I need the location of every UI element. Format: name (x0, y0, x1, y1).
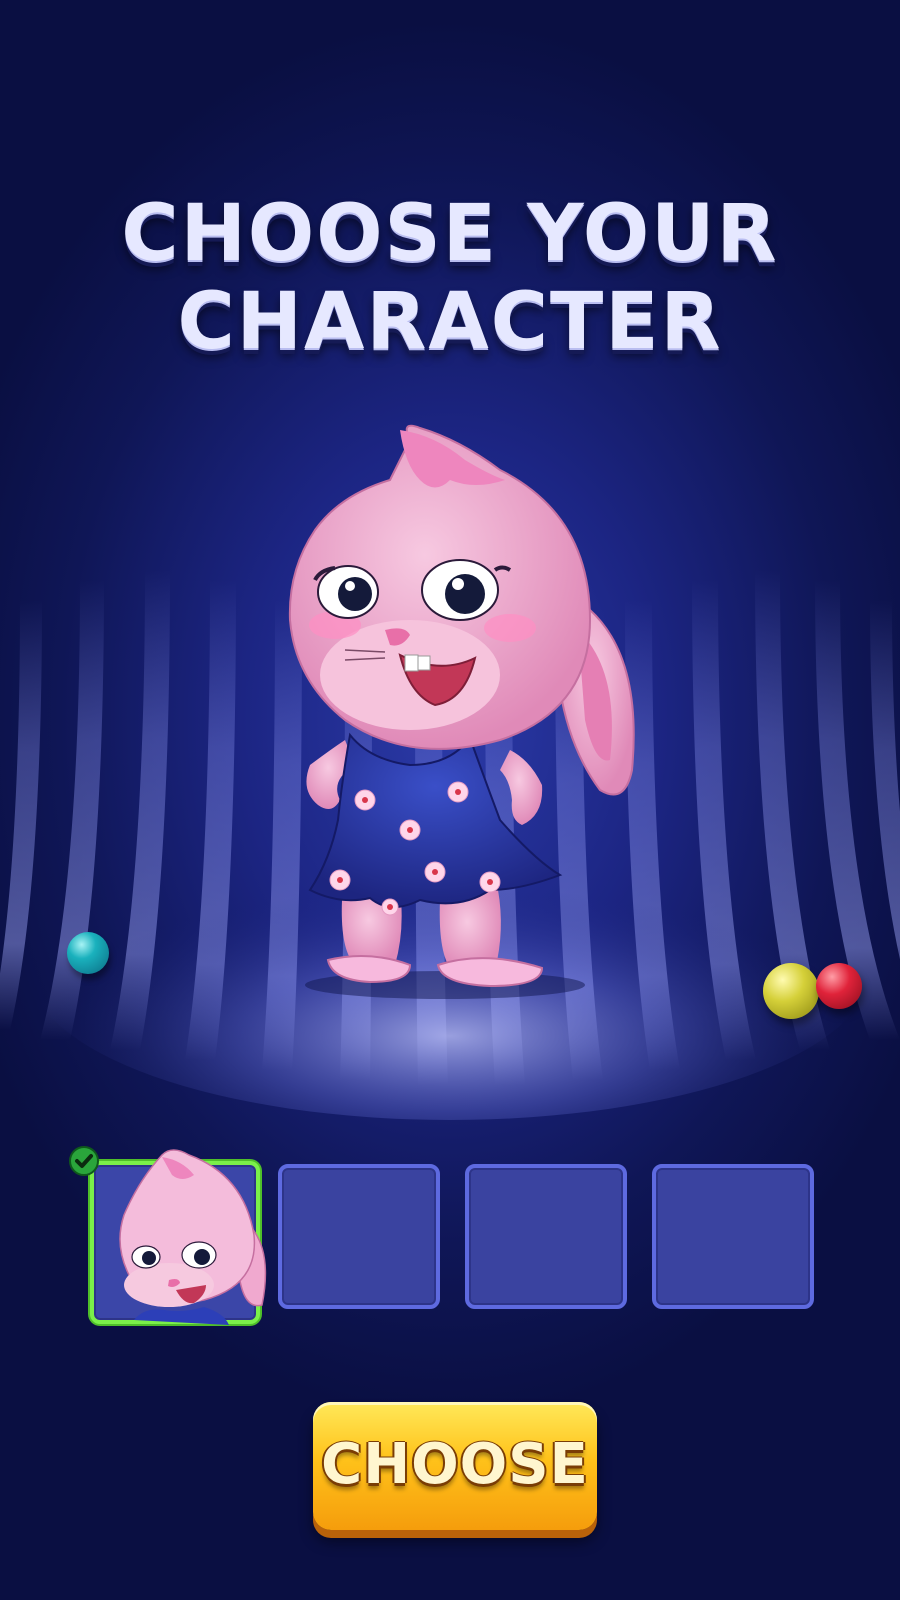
character-slot-3-empty[interactable] (465, 1164, 627, 1309)
bunny-character-preview (288, 424, 635, 999)
teal-ball (67, 932, 109, 974)
character-slot-1-pink-bunny[interactable] (90, 1149, 267, 1325)
character-slot-2-empty[interactable] (278, 1164, 440, 1309)
title-line-1: CHOOSE YOUR (121, 189, 779, 279)
page-title: CHOOSE YOUR CHARACTER (0, 190, 900, 366)
pink-bunny-thumbnail (119, 1149, 267, 1325)
yellow-ball (763, 963, 819, 1019)
choose-button[interactable]: CHOOSE (313, 1402, 597, 1530)
checkmark-icon (69, 1146, 99, 1176)
title-line-2: CHARACTER (177, 277, 723, 367)
choose-button-label: CHOOSE (321, 1432, 589, 1497)
character-slot-4-empty[interactable] (652, 1164, 814, 1309)
red-ball (816, 963, 862, 1009)
